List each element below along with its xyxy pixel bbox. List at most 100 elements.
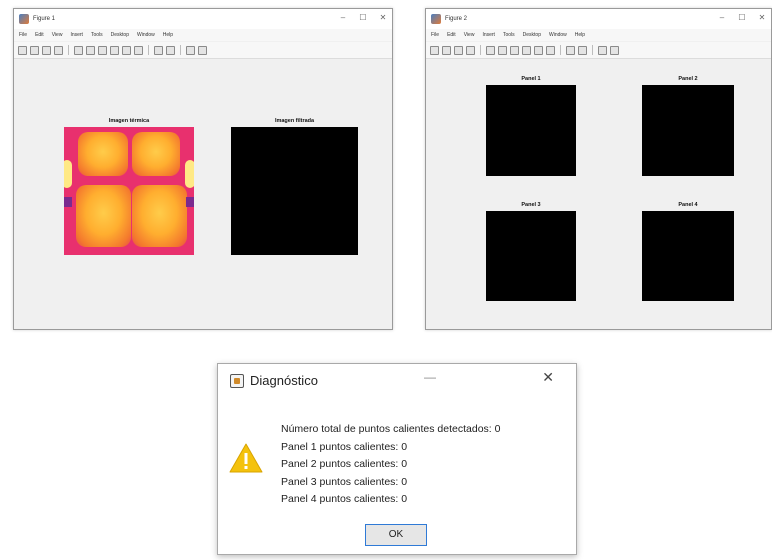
figure-toolbar xyxy=(426,42,771,59)
new-figure-icon[interactable] xyxy=(18,45,27,55)
save-icon[interactable] xyxy=(454,45,463,55)
menu-window[interactable]: Window xyxy=(549,32,567,38)
toolbar-separator xyxy=(68,45,69,55)
filtered-image xyxy=(231,127,358,255)
dialog-message: Número total de puntos calientes detecta… xyxy=(281,421,500,509)
legend-icon[interactable] xyxy=(578,45,587,55)
hot-region xyxy=(78,132,128,176)
window-controls: – ☐ ✕ xyxy=(717,12,767,24)
menu-file[interactable]: File xyxy=(431,32,439,38)
property-editor-icon[interactable] xyxy=(186,45,195,55)
axes-title-thermal: Imagen térmica xyxy=(108,118,150,124)
hot-edge-spot xyxy=(185,160,194,188)
toolbar-separator xyxy=(180,45,181,55)
zoom-out-icon[interactable] xyxy=(510,45,519,55)
menu-insert[interactable]: Insert xyxy=(482,32,495,38)
pan-icon[interactable] xyxy=(110,45,119,55)
menu-tools[interactable]: Tools xyxy=(503,32,515,38)
panel-1-hotspots-line: Panel 1 puntos calientes: 0 xyxy=(281,440,408,453)
menu-help[interactable]: Help xyxy=(575,32,585,38)
print-icon[interactable] xyxy=(54,45,63,55)
figure-toolbar xyxy=(14,42,392,59)
zoom-in-icon[interactable] xyxy=(86,45,95,55)
menu-edit[interactable]: Edit xyxy=(35,32,44,38)
dialog-titlebar: Diagnóstico — ✕ xyxy=(218,364,576,400)
legend-icon[interactable] xyxy=(166,45,175,55)
menu-edit[interactable]: Edit xyxy=(447,32,456,38)
toolbar-separator xyxy=(560,45,561,55)
panel-2-hotspots-line: Panel 2 puntos calientes: 0 xyxy=(281,458,408,470)
zoom-out-icon[interactable] xyxy=(98,45,107,55)
toolbar-separator xyxy=(148,45,149,55)
hot-region xyxy=(132,132,180,176)
menu-file[interactable]: File xyxy=(19,32,27,38)
data-cursor-icon[interactable] xyxy=(546,45,555,55)
toolbar-separator xyxy=(480,45,481,55)
close-icon[interactable]: ✕ xyxy=(378,12,388,24)
cold-corner xyxy=(186,197,194,207)
new-figure-icon[interactable] xyxy=(430,45,439,55)
hot-region xyxy=(76,185,131,247)
rotate-icon[interactable] xyxy=(534,45,543,55)
menu-window[interactable]: Window xyxy=(137,32,155,38)
menu-view[interactable]: View xyxy=(464,32,475,38)
dock-icon[interactable] xyxy=(198,45,207,55)
menu-help[interactable]: Help xyxy=(163,32,173,38)
rotate-icon[interactable] xyxy=(122,45,131,55)
panel-4-hotspots-line: Panel 4 puntos calientes: 0 xyxy=(281,493,408,505)
thermal-image xyxy=(64,127,194,255)
menu-desktop[interactable]: Desktop xyxy=(111,32,129,38)
property-editor-icon[interactable] xyxy=(598,45,607,55)
total-hotspots-line: Número total de puntos calientes detecta… xyxy=(281,423,501,435)
window-titlebar: Figure 1 – ☐ ✕ xyxy=(14,9,392,29)
panel-4-image xyxy=(642,211,734,301)
pointer-icon[interactable] xyxy=(74,45,83,55)
data-cursor-icon[interactable] xyxy=(134,45,143,55)
ok-button[interactable]: OK xyxy=(365,524,427,546)
colorbar-icon[interactable] xyxy=(154,45,163,55)
matlab-icon xyxy=(431,14,441,24)
minimize-icon[interactable]: — xyxy=(424,370,436,384)
menubar: File Edit View Insert Tools Desktop Wind… xyxy=(14,29,392,41)
open-icon[interactable] xyxy=(30,45,39,55)
zoom-in-icon[interactable] xyxy=(498,45,507,55)
dialog-title: Diagnóstico xyxy=(250,373,318,388)
diagnostic-dialog: Diagnóstico — ✕ Número total de puntos c… xyxy=(217,363,577,555)
menu-tools[interactable]: Tools xyxy=(91,32,103,38)
pointer-icon[interactable] xyxy=(486,45,495,55)
menu-insert[interactable]: Insert xyxy=(70,32,83,38)
dock-icon[interactable] xyxy=(610,45,619,55)
axes-title-panel-2: Panel 2 xyxy=(678,76,698,82)
axes-title-panel-1: Panel 1 xyxy=(521,76,541,82)
menu-view[interactable]: View xyxy=(52,32,63,38)
figure-window-panels: Figure 2 – ☐ ✕ File Edit View Insert Too… xyxy=(425,8,772,330)
minimize-icon[interactable]: – xyxy=(717,12,727,24)
axes-title-filtered: Imagen filtrada xyxy=(274,118,315,124)
hot-edge-spot xyxy=(64,160,72,188)
window-title: Figure 1 xyxy=(33,16,56,22)
window-controls: – ☐ ✕ xyxy=(338,12,388,24)
menubar: File Edit View Insert Tools Desktop Wind… xyxy=(426,29,771,41)
hot-region xyxy=(132,185,187,247)
print-icon[interactable] xyxy=(466,45,475,55)
window-titlebar: Figure 2 – ☐ ✕ xyxy=(426,9,771,29)
window-title: Figure 2 xyxy=(445,16,468,22)
pan-icon[interactable] xyxy=(522,45,531,55)
figure-window-thermal: Figure 1 – ☐ ✕ File Edit View Insert Too… xyxy=(13,8,393,330)
close-icon[interactable]: ✕ xyxy=(757,12,767,24)
panel-2-image xyxy=(642,85,734,176)
panel-3-hotspots-line: Panel 3 puntos calientes: 0 xyxy=(281,475,408,488)
panel-1-image xyxy=(486,85,576,176)
warning-icon xyxy=(229,443,263,473)
colorbar-icon[interactable] xyxy=(566,45,575,55)
maximize-icon[interactable]: ☐ xyxy=(737,12,747,24)
save-icon[interactable] xyxy=(42,45,51,55)
java-app-icon xyxy=(230,374,244,388)
menu-desktop[interactable]: Desktop xyxy=(523,32,541,38)
minimize-icon[interactable]: – xyxy=(338,12,348,24)
maximize-icon[interactable]: ☐ xyxy=(358,12,368,24)
open-icon[interactable] xyxy=(442,45,451,55)
close-icon[interactable]: ✕ xyxy=(542,369,554,386)
cold-corner xyxy=(64,197,72,207)
toolbar-separator xyxy=(592,45,593,55)
